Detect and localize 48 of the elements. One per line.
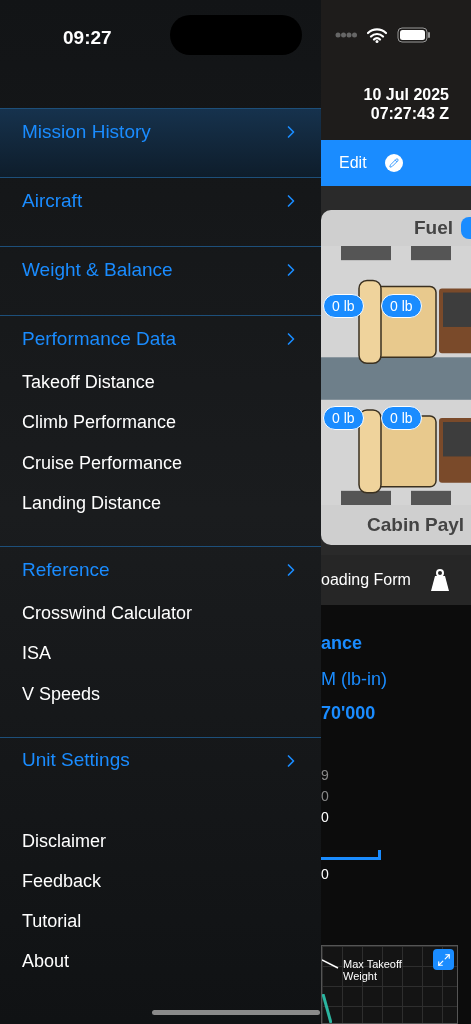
battery-icon — [397, 27, 431, 43]
section-heading: ance — [321, 632, 364, 655]
wifi-icon — [367, 27, 387, 43]
expand-icon — [436, 952, 451, 967]
weight-curve-line — [322, 994, 332, 1023]
expand-button[interactable] — [433, 949, 454, 970]
date-text: 10 Jul 2025 — [363, 85, 449, 104]
leader-line — [322, 959, 339, 969]
scale-bar — [321, 850, 381, 860]
menu-item[interactable]: Climb Performance — [22, 409, 177, 437]
section-title: Aircraft — [22, 188, 83, 213]
section-title: Reference — [22, 557, 110, 582]
menu-item[interactable]: Feedback — [22, 868, 102, 895]
value-text: 9 — [321, 766, 330, 785]
value-text: 0 — [321, 808, 330, 827]
menu-item[interactable]: Disclaimer — [22, 828, 106, 855]
moment-value: 70'000 — [321, 702, 377, 725]
cabin-payload-label: Cabin Payl — [367, 512, 465, 537]
menu-item[interactable]: ISA — [22, 640, 51, 668]
menu-section-header[interactable]: Aircraft — [0, 178, 321, 224]
fuel-toggle[interactable] — [461, 217, 471, 239]
section-title: Mission History — [22, 119, 151, 144]
loading-form-link[interactable]: oading Form — [321, 568, 411, 592]
menu-item[interactable]: Crosswind Calculator — [22, 599, 193, 627]
menu-item[interactable]: Tutorial — [22, 908, 82, 935]
section-title: Unit Settings — [22, 748, 130, 773]
clock-text: 07:27:43 Z — [370, 104, 449, 123]
menu-item[interactable]: Landing Distance — [22, 490, 162, 518]
section-title: Performance Data — [22, 326, 177, 351]
menu-section-header[interactable]: Unit Settings — [0, 737, 321, 784]
moment-label: M (lb-in) — [321, 668, 388, 691]
menu-item[interactable]: Takeoff Distance — [22, 368, 155, 396]
status-time: 09:27 — [63, 26, 112, 50]
weight-icon — [430, 569, 449, 591]
axis-value: 0 — [321, 865, 330, 884]
menu-item[interactable]: Cruise Performance — [22, 449, 183, 477]
pencil-icon — [384, 154, 403, 172]
fuel-label: Fuel — [413, 215, 453, 240]
section-title: Weight & Balance — [22, 257, 173, 282]
menu-section-header[interactable]: Mission History — [0, 109, 321, 155]
signal-icon — [335, 32, 357, 38]
menu-section-header[interactable]: Performance Data — [0, 316, 321, 362]
value-text: 0 — [321, 787, 330, 806]
menu-section-header[interactable]: Reference — [0, 547, 321, 593]
chart-label: Max Takeoff Weight — [343, 958, 403, 982]
menu-item[interactable]: V Speeds — [22, 680, 101, 708]
menu-item[interactable]: About — [22, 948, 70, 975]
menu-section-header[interactable]: Weight & Balance — [0, 247, 321, 293]
